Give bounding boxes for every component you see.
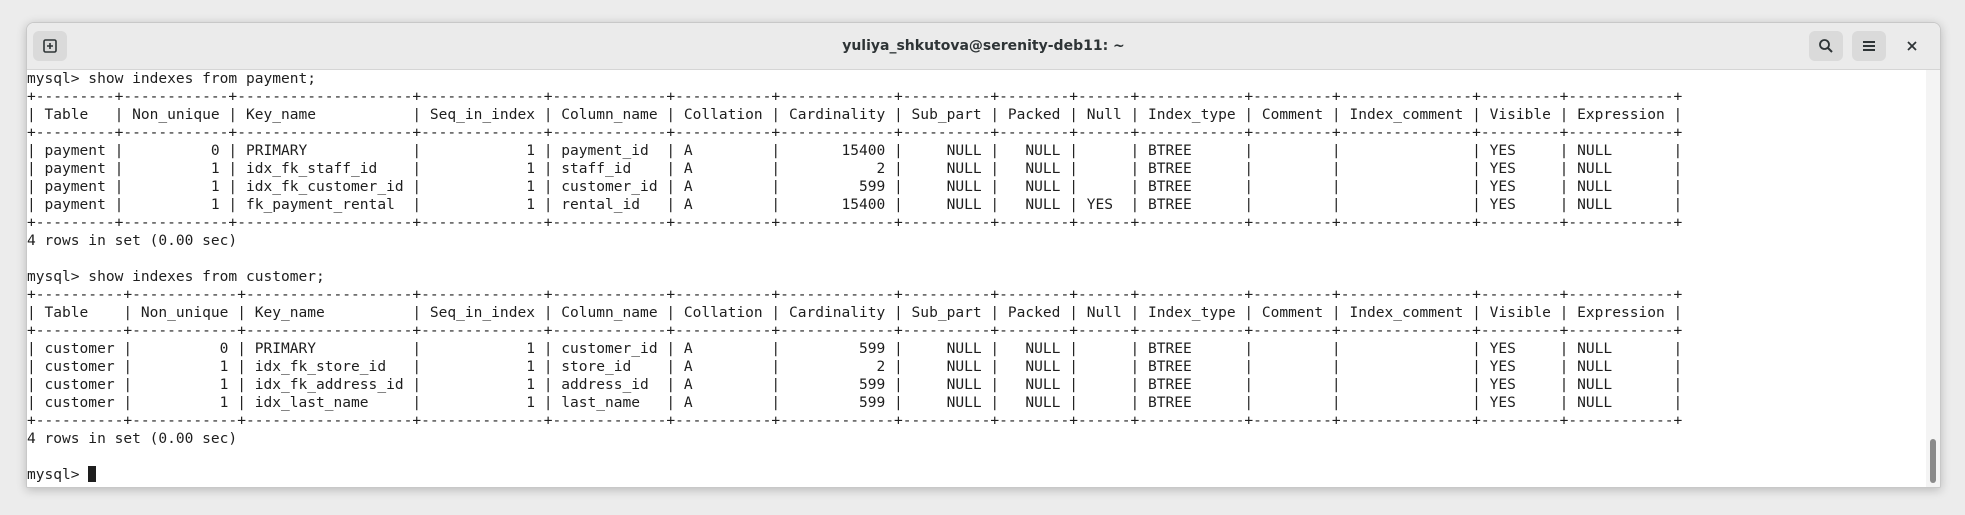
scrollbar-thumb[interactable]	[1930, 439, 1936, 483]
terminal-line: | customer | 1 | idx_last_name | 1 | las…	[27, 394, 1683, 411]
scrollbar[interactable]	[1926, 70, 1940, 487]
terminal-line: 4 rows in set (0.00 sec)	[27, 430, 238, 447]
new-tab-button[interactable]	[33, 31, 67, 61]
terminal-line: +----------+------------+---------------…	[27, 322, 1683, 339]
terminal-line: | Table | Non_unique | Key_name | Seq_in…	[27, 304, 1683, 321]
terminal-line: 4 rows in set (0.00 sec)	[27, 232, 238, 249]
terminal-line: | Table | Non_unique | Key_name | Seq_in…	[27, 106, 1683, 123]
close-icon	[1905, 39, 1919, 53]
search-icon	[1818, 38, 1834, 54]
hamburger-menu-icon	[1861, 38, 1877, 54]
title-bar: yuliya_shkutova@serenity-deb11: ~	[27, 23, 1940, 70]
terminal-line: mysql> show indexes from payment;	[27, 70, 317, 87]
terminal-line: | customer | 1 | idx_fk_store_id | 1 | s…	[27, 358, 1683, 375]
terminal-line: +---------+------------+----------------…	[27, 214, 1683, 231]
terminal-line: | payment | 0 | PRIMARY | 1 | payment_id…	[27, 142, 1683, 159]
terminal-line: +----------+------------+---------------…	[27, 412, 1683, 429]
menu-button[interactable]	[1852, 31, 1886, 61]
prompt-text: mysql>	[27, 466, 89, 483]
terminal-line: +---------+------------+----------------…	[27, 124, 1683, 141]
text-cursor	[88, 466, 97, 482]
terminal-line: +---------+------------+----------------…	[27, 88, 1683, 105]
search-button[interactable]	[1809, 31, 1843, 61]
terminal-line: | customer | 1 | idx_fk_address_id | 1 |…	[27, 376, 1683, 393]
terminal-output[interactable]: mysql> show indexes from payment; +------…	[27, 70, 1926, 487]
terminal-line: | customer | 0 | PRIMARY | 1 | customer_…	[27, 340, 1683, 357]
prompt-line[interactable]: mysql>	[27, 466, 1926, 484]
window-title: yuliya_shkutova@serenity-deb11: ~	[842, 38, 1125, 54]
terminal-line: | payment | 1 | idx_fk_customer_id | 1 |…	[27, 178, 1683, 195]
terminal-line: mysql> show indexes from customer;	[27, 268, 325, 285]
terminal-line: +----------+------------+---------------…	[27, 286, 1683, 303]
terminal-line: | payment | 1 | idx_fk_staff_id | 1 | st…	[27, 160, 1683, 177]
terminal-line: | payment | 1 | fk_payment_rental | 1 | …	[27, 196, 1683, 213]
terminal-window: yuliya_shkutova@serenity-deb11: ~ mysql>…	[26, 22, 1941, 488]
terminal-text: mysql> show indexes from payment; +------…	[27, 70, 1926, 484]
new-tab-icon	[42, 38, 58, 54]
close-button[interactable]	[1895, 31, 1929, 61]
